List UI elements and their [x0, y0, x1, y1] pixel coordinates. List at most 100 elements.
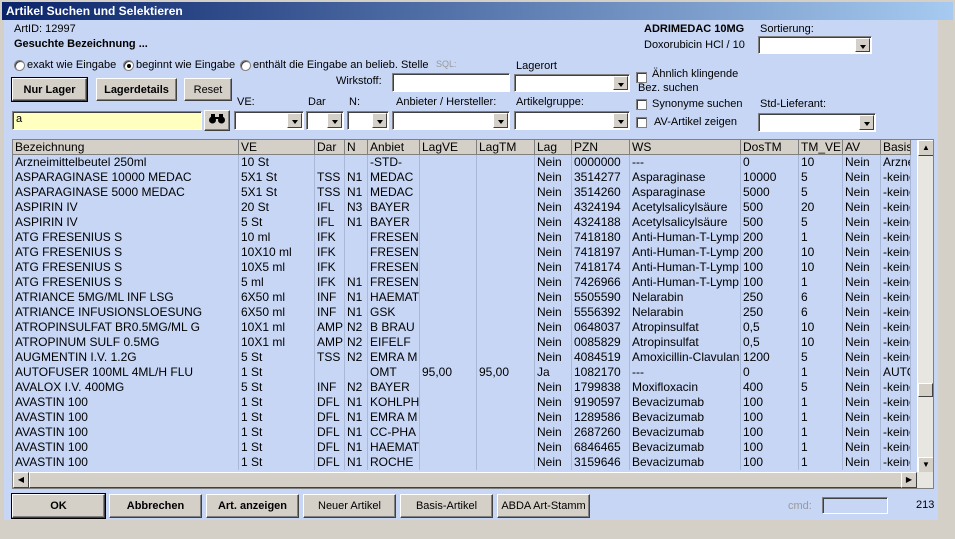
basis-artikel-button[interactable]: Basis-Artikel	[400, 494, 493, 518]
table-row[interactable]: ATROPINUM SULF 0.5MG 10X1 ml AMP N2 EIFELF Ne…	[13, 335, 911, 350]
column-header[interactable]: N	[345, 140, 368, 155]
dropdown-arrow-icon[interactable]	[855, 38, 870, 52]
scroll-up-icon[interactable]: ▲	[918, 140, 933, 156]
column-header[interactable]: Lag	[535, 140, 572, 155]
radio-enthaelt[interactable]	[240, 60, 251, 71]
wirkstoff-input[interactable]	[392, 73, 510, 92]
table-row[interactable]: AVASTIN 100 1 St DFL N1 EMRA M Nein 1289586 Bev…	[13, 410, 911, 425]
dropdown-arrow-icon[interactable]	[327, 113, 342, 128]
abda-button[interactable]: ABDA Art-Stamm	[497, 494, 590, 518]
table-row[interactable]: ATG FRESENIUS S 10X5 ml IFK FRESEN Nein 74181…	[13, 260, 911, 275]
table-cell: 6	[799, 290, 843, 305]
table-row[interactable]: Arzneimittelbeutel 250ml 10 St -STD- Nein 00…	[13, 155, 911, 170]
table-row[interactable]: ATRIANCE INFUSIONSLOESUNG 6X50 ml INF N1 GSK…	[13, 305, 911, 320]
ve-combo[interactable]	[234, 111, 304, 130]
column-header[interactable]: LagVE	[420, 140, 477, 155]
table-row[interactable]: AVASTIN 100 1 St DFL N1 CC-PHA Nein 2687260 Bev…	[13, 425, 911, 440]
ok-button[interactable]: OK	[11, 493, 106, 519]
column-header[interactable]: Bezeichnung	[13, 140, 239, 155]
table-cell: Nein	[535, 425, 572, 440]
check-av[interactable]	[636, 117, 647, 128]
std-lieferant-combo[interactable]	[758, 113, 876, 132]
table-row[interactable]: ASPIRIN IV 5 St IFL N1 BAYER Nein 4324188 Acety…	[13, 215, 911, 230]
table-cell: Nein	[535, 410, 572, 425]
table-row[interactable]: ATG FRESENIUS S 10X10 ml IFK FRESEN Nein 7418…	[13, 245, 911, 260]
table-cell: 10000	[741, 170, 799, 185]
scroll-down-icon[interactable]: ▼	[918, 457, 933, 473]
n-combo[interactable]	[347, 111, 389, 130]
table-row[interactable]: ASPIRIN IV 20 St IFL N3 BAYER Nein 4324194 Acet…	[13, 200, 911, 215]
scroll-left-icon[interactable]: ◀	[13, 472, 29, 488]
table-cell: ASPARAGINASE 5000 MEDAC	[13, 185, 239, 200]
reset-button[interactable]: Reset	[184, 78, 232, 101]
dropdown-arrow-icon[interactable]	[287, 113, 302, 128]
horizontal-scroll-thumb[interactable]	[29, 472, 903, 488]
dropdown-arrow-icon[interactable]	[372, 113, 387, 128]
art-anzeigen-button[interactable]: Art. anzeigen	[206, 494, 299, 518]
table-cell	[477, 410, 535, 425]
table-cell: Asparaginase	[630, 170, 741, 185]
table-row[interactable]: ATROPINSULFAT BR0.5MG/ML G 10X1 ml AMP N2 B …	[13, 320, 911, 335]
vertical-scrollbar[interactable]: ▲ ▼	[917, 140, 933, 473]
column-header[interactable]: Dar	[315, 140, 345, 155]
binoculars-search-button[interactable]	[204, 110, 230, 131]
column-header[interactable]: TM_VE	[799, 140, 843, 155]
table-cell: 1 St	[239, 395, 315, 410]
sql-label: SQL:	[436, 59, 457, 69]
column-header[interactable]: PZN	[572, 140, 630, 155]
column-header[interactable]: BasisA	[881, 140, 911, 155]
table-row[interactable]: ASPARAGINASE 5000 MEDAC 5X1 St TSS N1 MEDAC N…	[13, 185, 911, 200]
abbrechen-button[interactable]: Abbrechen	[109, 494, 202, 518]
anbieter-combo[interactable]	[392, 111, 510, 130]
lagerort-combo[interactable]	[514, 74, 630, 92]
table-cell: 2687260	[572, 425, 630, 440]
table-cell: Nein	[843, 320, 881, 335]
table-cell	[477, 230, 535, 245]
lagerdetails-button[interactable]: Lagerdetails	[96, 78, 177, 101]
scroll-right-icon[interactable]: ▶	[901, 472, 917, 488]
neuer-artikel-button[interactable]: Neuer Artikel	[303, 494, 396, 518]
column-header[interactable]: DosTM	[741, 140, 799, 155]
column-header[interactable]: AV	[843, 140, 881, 155]
column-header[interactable]: Anbiet	[368, 140, 420, 155]
radio-beginnt[interactable]	[123, 60, 134, 71]
sortierung-combo[interactable]	[758, 36, 872, 54]
table-row[interactable]: ATRIANCE 5MG/ML INF LSG 6X50 ml INF N1 HAEMA…	[13, 290, 911, 305]
table-row[interactable]: AVASTIN 100 1 St DFL N1 HAEMAT Nein 6846465 Bev…	[13, 440, 911, 455]
horizontal-scrollbar[interactable]: ◀ ▶	[13, 472, 933, 488]
vertical-scroll-thumb[interactable]	[918, 383, 933, 397]
column-header[interactable]: VE	[239, 140, 315, 155]
table-cell: 7418197	[572, 245, 630, 260]
dar-combo[interactable]	[306, 111, 344, 130]
table-row[interactable]: ASPARAGINASE 10000 MEDAC 5X1 St TSS N1 MEDAC…	[13, 170, 911, 185]
column-header[interactable]: WS	[630, 140, 741, 155]
table-row[interactable]: AVASTIN 100 1 St DFL N1 ROCHE Nein 3159646 Beva…	[13, 455, 911, 470]
table-cell: IFK	[315, 230, 345, 245]
dropdown-arrow-icon[interactable]	[493, 113, 508, 128]
column-header[interactable]: LagTM	[477, 140, 535, 155]
table-cell: Asparaginase	[630, 185, 741, 200]
dropdown-arrow-icon[interactable]	[859, 115, 874, 130]
dropdown-arrow-icon[interactable]	[613, 76, 628, 90]
article-grid[interactable]: Bezeichnung VE Dar N Anbiet LagVE LagTM Lag PZN W…	[12, 139, 934, 489]
table-cell: Nein	[843, 410, 881, 425]
radio-exakt[interactable]	[14, 60, 25, 71]
window-frame-right	[938, 20, 955, 539]
table-row[interactable]: ATG FRESENIUS S 10 ml IFK FRESEN Nein 7418180…	[13, 230, 911, 245]
table-row[interactable]: AVASTIN 100 1 St DFL N1 KOHLPH Nein 9190597 Bev…	[13, 395, 911, 410]
table-cell: Ja	[535, 365, 572, 380]
table-row[interactable]: AUTOFUSER 100ML 4ML/H FLU 1 St OMT 95,00 95,…	[13, 365, 911, 380]
search-input[interactable]: a	[12, 111, 202, 130]
table-cell: -keine	[883, 170, 911, 185]
artikelgruppe-combo[interactable]	[514, 111, 630, 130]
check-synonyme[interactable]	[636, 99, 647, 110]
table-row[interactable]: AVALOX I.V. 400MG 5 St INF N2 BAYER Nein 17998…	[13, 380, 911, 395]
table-row[interactable]: AUGMENTIN I.V. 1.2G 5 St TSS N2 EMRA M Nein 40…	[13, 350, 911, 365]
table-row[interactable]: ATG FRESENIUS S5 ml IFK N1 FRESEN Nein 742696…	[13, 275, 911, 290]
table-cell	[420, 200, 477, 215]
cmd-input[interactable]	[822, 497, 888, 514]
nur-lager-button[interactable]: Nur Lager	[11, 77, 88, 102]
dropdown-arrow-icon[interactable]	[613, 113, 628, 128]
table-cell: AVASTIN 100	[13, 440, 239, 455]
table-cell: Nein	[843, 290, 881, 305]
